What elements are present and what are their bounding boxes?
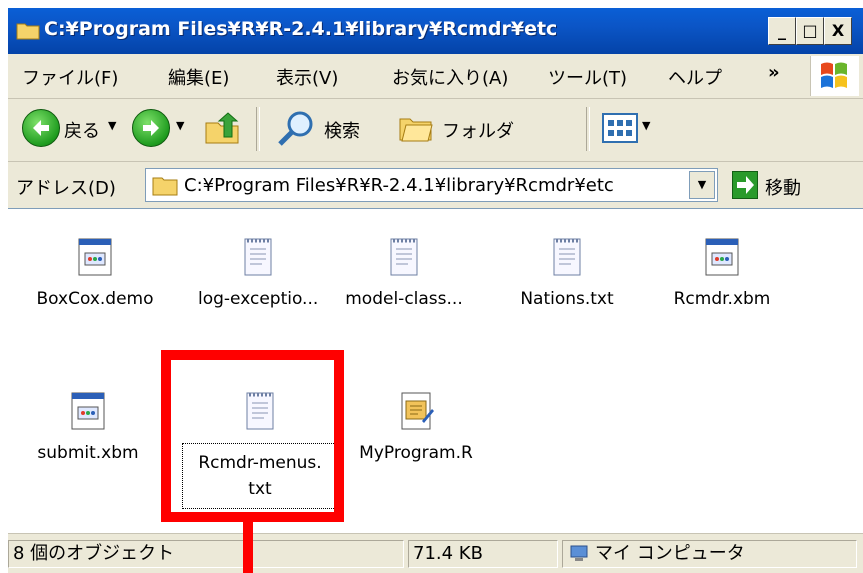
back-label[interactable]: 戻る: [64, 117, 100, 143]
file-item[interactable]: Nations.txt: [507, 235, 627, 309]
file-name: submit.xbm: [37, 443, 139, 463]
file-item[interactable]: model-class...: [344, 235, 464, 309]
file-name: Rcmdr.xbm: [673, 289, 771, 309]
address-value: C:¥Program Files¥R¥R-2.4.1¥library¥Rcmdr…: [184, 175, 614, 196]
forward-dropdown-icon[interactable]: ▼: [176, 119, 184, 132]
menu-tools[interactable]: ツール(T): [548, 64, 627, 90]
close-button[interactable]: X: [824, 17, 852, 45]
text-file-icon: [507, 235, 627, 283]
maximize-icon: □: [802, 21, 818, 40]
xbm-window-icon: [662, 235, 782, 283]
forward-button[interactable]: [132, 109, 170, 147]
toolbar: 戻る ▼ ▼ 検索 フォルダ ▼: [8, 99, 863, 162]
file-name: BoxCox.demo: [36, 289, 154, 309]
status-object-count: 8 個のオブジェクト: [8, 540, 404, 568]
menu-file[interactable]: ファイル(F): [22, 64, 118, 90]
go-arrow-icon[interactable]: [732, 171, 758, 199]
status-location-label: マイ コンピュータ: [595, 543, 745, 564]
back-dropdown-icon[interactable]: ▼: [108, 119, 116, 132]
xbm-window-icon: [35, 235, 155, 283]
explorer-window: C:¥Program Files¥R¥R-2.4.1¥library¥Rcmdr…: [8, 8, 863, 573]
file-item[interactable]: submit.xbm: [28, 389, 148, 463]
file-item[interactable]: MyProgram.R: [356, 389, 476, 463]
text-file-icon: [198, 235, 318, 283]
minimize-icon: _: [778, 21, 786, 40]
menu-bar: ファイル(F) 編集(E) 表示(V) お気に入り(A) ツール(T) ヘルプ …: [8, 54, 863, 99]
address-label: アドレス(D): [16, 178, 116, 199]
file-item[interactable]: BoxCox.demo: [35, 235, 155, 309]
windows-logo-icon: [810, 56, 859, 96]
status-size: 71.4 KB: [408, 540, 558, 568]
views-dropdown-icon[interactable]: ▼: [642, 119, 650, 132]
address-dropdown-icon[interactable]: ▼: [689, 171, 715, 199]
status-bar: 8 個のオブジェクト 71.4 KB マイ コンピュータ: [8, 533, 863, 573]
views-icon[interactable]: [602, 113, 638, 147]
xbm-window-icon: [28, 389, 148, 437]
back-button[interactable]: [22, 109, 60, 147]
address-field[interactable]: C:¥Program Files¥R¥R-2.4.1¥library¥Rcmdr…: [145, 168, 718, 202]
menu-help[interactable]: ヘルプ: [668, 64, 722, 90]
status-location: マイ コンピュータ: [562, 540, 857, 568]
highlight-pointer-line: [243, 512, 253, 573]
file-item[interactable]: Rcmdr.xbm: [662, 235, 782, 309]
folders-label[interactable]: フォルダ: [442, 117, 514, 143]
file-name: Nations.txt: [520, 289, 614, 309]
file-name: log-exceptio...: [198, 289, 319, 309]
file-list: BoxCox.demo log-exceptio... model-class.…: [8, 208, 863, 534]
menu-edit[interactable]: 編集(E): [168, 64, 229, 90]
menu-favorites[interactable]: お気に入り(A): [392, 64, 508, 90]
minimize-button[interactable]: _: [768, 17, 796, 45]
file-name: MyProgram.R: [359, 443, 473, 463]
toolbar-separator: [586, 107, 590, 151]
text-file-icon: [344, 235, 464, 283]
close-icon: X: [831, 21, 845, 40]
folder-icon: [16, 20, 40, 40]
folder-icon: [152, 174, 178, 200]
go-button-label[interactable]: 移動: [765, 174, 801, 200]
computer-icon: [569, 545, 589, 571]
folders-icon[interactable]: [398, 113, 436, 149]
search-icon[interactable]: [276, 109, 316, 153]
menu-overflow-icon[interactable]: »: [768, 62, 780, 83]
file-name: model-class...: [345, 289, 463, 309]
r-script-icon: [356, 389, 476, 437]
toolbar-separator: [256, 107, 260, 151]
window-title: C:¥Program Files¥R¥R-2.4.1¥library¥Rcmdr…: [44, 18, 558, 40]
maximize-button[interactable]: □: [796, 17, 824, 45]
title-bar[interactable]: C:¥Program Files¥R¥R-2.4.1¥library¥Rcmdr…: [8, 8, 863, 54]
menu-view[interactable]: 表示(V): [276, 64, 338, 90]
search-label[interactable]: 検索: [324, 117, 360, 143]
address-bar: アドレス(D) C:¥Program Files¥R¥R-2.4.1¥libra…: [8, 162, 863, 208]
highlight-frame: [161, 350, 344, 522]
file-item[interactable]: log-exceptio...: [198, 235, 318, 309]
up-folder-icon[interactable]: [204, 111, 240, 149]
